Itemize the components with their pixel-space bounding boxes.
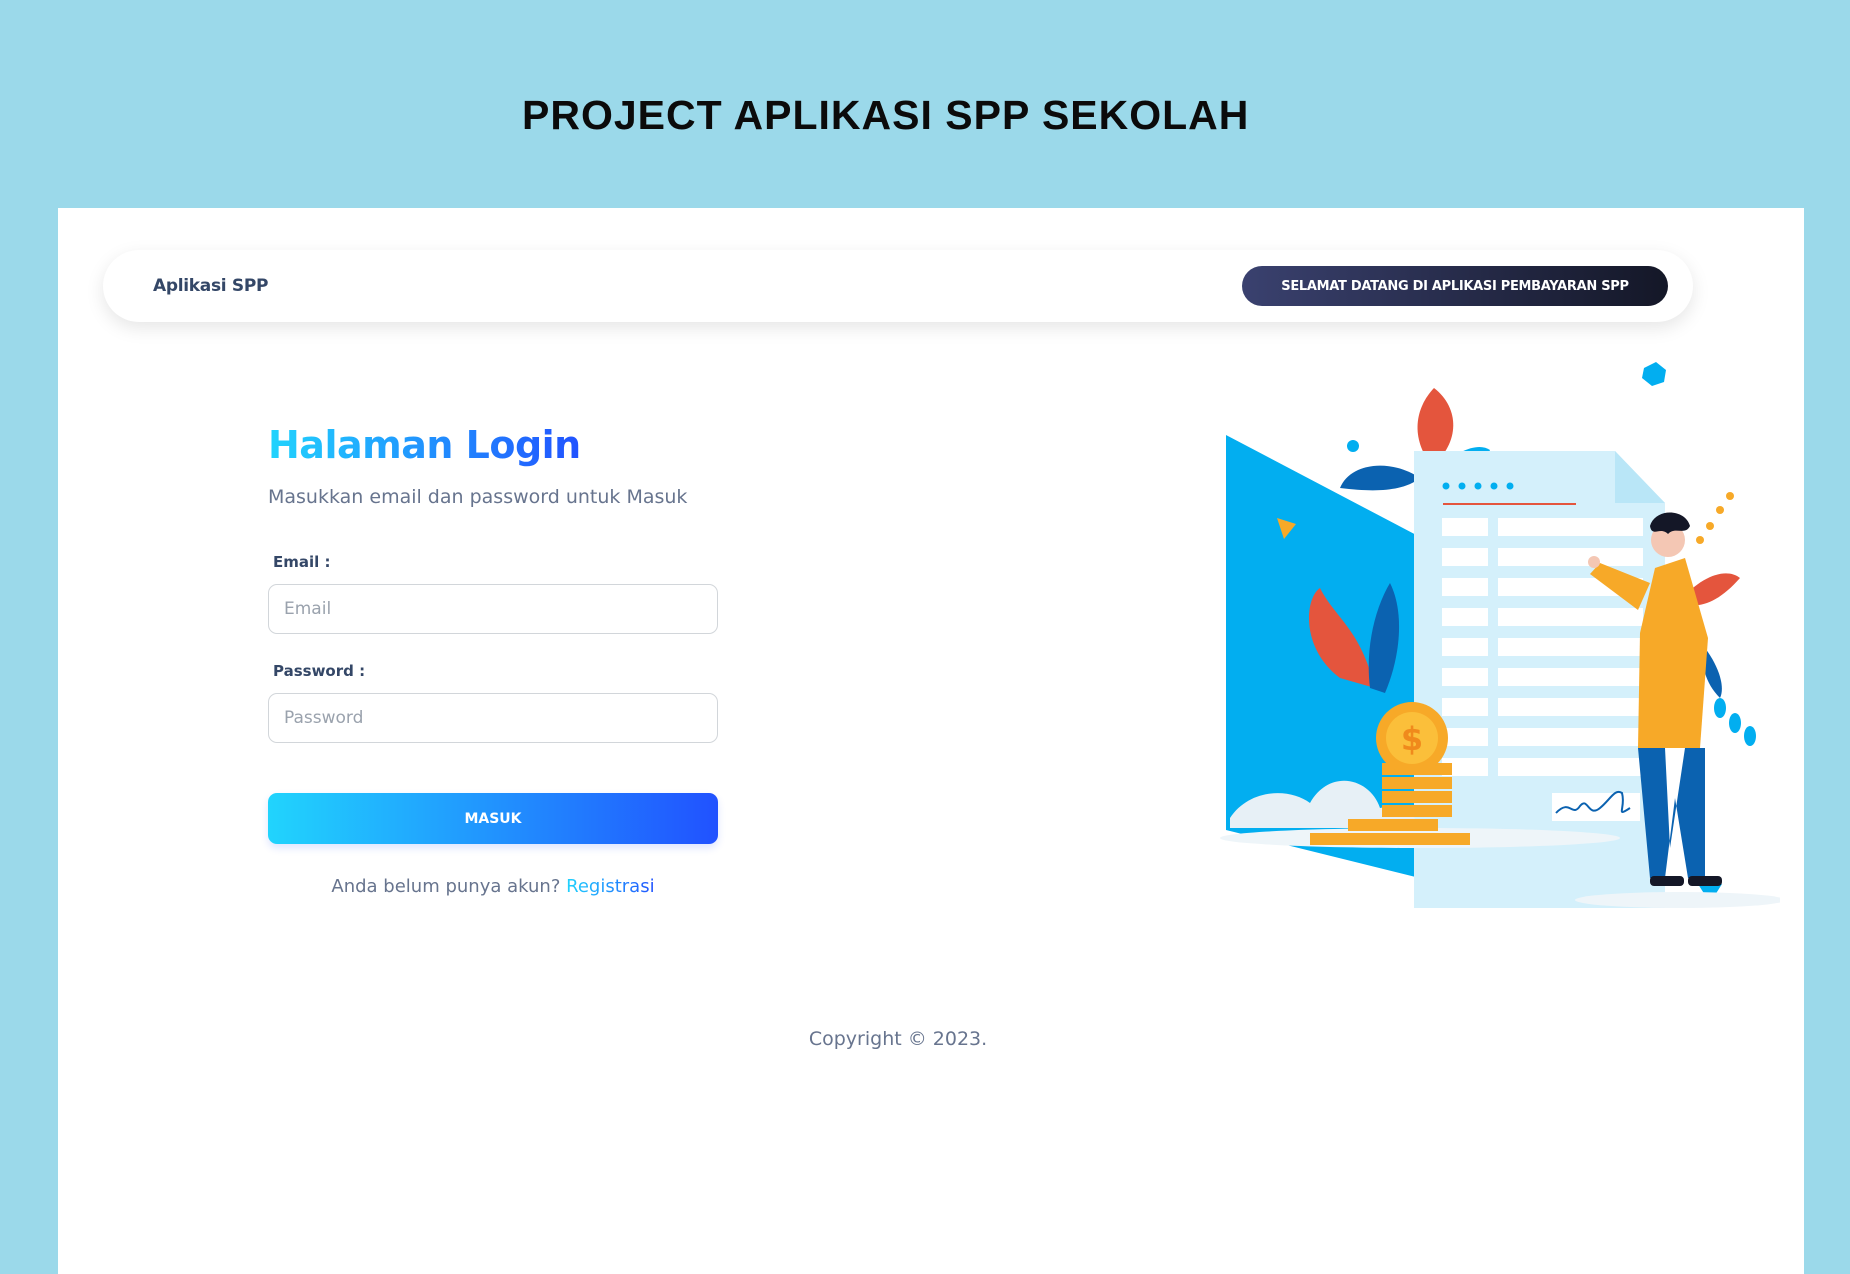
hexagon-icon — [1642, 362, 1666, 386]
navbar: Aplikasi SPP SELAMAT DATANG DI APLIKASI … — [103, 250, 1693, 322]
svg-text:$: $ — [1401, 720, 1423, 758]
register-line: Anda belum punya akun? Registrasi — [268, 876, 718, 897]
password-label: Password : — [273, 662, 366, 680]
password-field[interactable] — [268, 693, 718, 743]
login-illustration: $ — [1160, 348, 1785, 1008]
illustration-svg: $ — [1220, 362, 1785, 1008]
email-field[interactable] — [268, 584, 718, 634]
register-prompt: Anda belum punya akun? — [331, 876, 561, 897]
welcome-button[interactable]: SELAMAT DATANG DI APLIKASI PEMBAYARAN SP… — [1242, 266, 1668, 306]
leaf-icon — [1714, 698, 1756, 746]
page-container: Aplikasi SPP SELAMAT DATANG DI APLIKASI … — [58, 208, 1804, 1274]
navbar-brand[interactable]: Aplikasi SPP — [153, 276, 268, 296]
copyright: Copyright © 2023. — [808, 1028, 988, 1050]
flower-icon — [1347, 440, 1359, 452]
banner-title: PROJECT APLIKASI SPP SEKOLAH — [522, 92, 1250, 138]
login-subtitle: Masukkan email dan password untuk Masuk — [268, 486, 688, 508]
register-link[interactable]: Registrasi — [566, 876, 654, 897]
document-rows — [1442, 518, 1643, 776]
leaf-icon — [1340, 465, 1420, 491]
email-label: Email : — [273, 553, 331, 571]
login-title: Halaman Login — [268, 423, 581, 467]
login-button[interactable]: MASUK — [268, 793, 718, 844]
flower-icon — [1696, 492, 1734, 544]
